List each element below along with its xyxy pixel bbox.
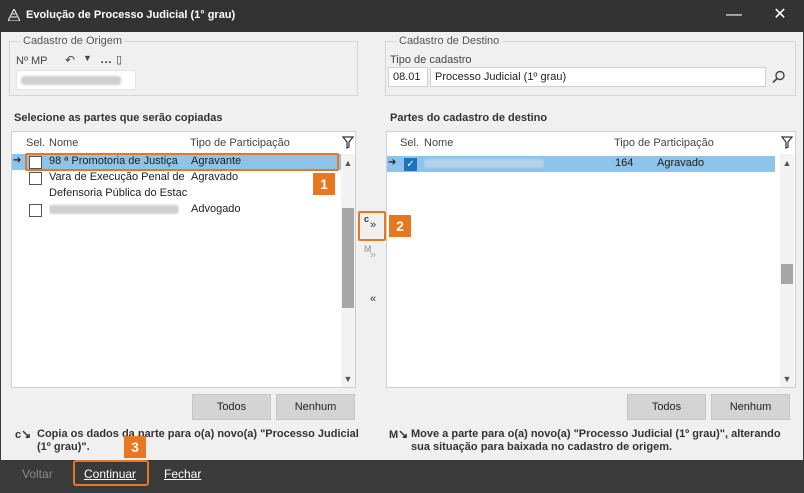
move-hint-icon: M↘: [389, 427, 409, 442]
scroll-down-icon[interactable]: ▼: [341, 372, 355, 386]
origin-legend: Cadastro de Origem: [20, 35, 126, 47]
left-all-button[interactable]: Todos: [192, 394, 271, 420]
copy-hint-text: Copia os dados da parte para o(a) novo(a…: [37, 428, 359, 453]
row-pointer-icon: ➔: [388, 157, 397, 168]
row-checkbox[interactable]: [29, 204, 42, 217]
row-pointer-icon: ➔: [13, 155, 22, 166]
back-button[interactable]: Voltar: [22, 467, 53, 481]
right-none-button[interactable]: Nenhum: [711, 394, 790, 420]
row-name: Defensoria Pública do Estac: [49, 187, 188, 199]
search-icon[interactable]: [772, 70, 786, 84]
nmp-label: Nº MP: [16, 55, 48, 67]
table-row[interactable]: ➔ ✓ 164 Agravado: [387, 156, 775, 172]
redacted-value: [21, 75, 121, 85]
ellipsis-icon[interactable]: …: [100, 52, 112, 66]
col-sel[interactable]: Sel.: [26, 137, 45, 149]
footer-bar: Voltar Continuar Fechar: [1, 460, 803, 493]
close-window-button[interactable]: ✕: [758, 0, 802, 32]
row-name: Vara de Execução Penal de: [49, 171, 184, 183]
right-grid-scrollbar[interactable]: ▲ ▼: [780, 154, 794, 387]
scroll-up-icon[interactable]: ▲: [341, 156, 355, 170]
row-code: 164: [615, 157, 634, 169]
scroll-thumb[interactable]: [781, 264, 793, 284]
new-document-icon[interactable]: ▯: [116, 53, 122, 66]
destination-legend: Cadastro de Destino: [396, 35, 503, 47]
table-row[interactable]: Vara de Execução Penal de Agravado: [12, 170, 342, 186]
move-hint-text: Move a parte para o(a) novo(a) "Processo…: [411, 428, 781, 453]
type-name-field[interactable]: Processo Judicial (1º grau): [430, 67, 766, 87]
right-grid: Sel. Nome Tipo de Participação ➔ ✓ 164 A…: [386, 131, 796, 388]
type-label: Tipo de cadastro: [390, 54, 472, 66]
filter-icon[interactable]: [342, 136, 354, 149]
copy-hint: c↘ Copia os dados da parte para o(a) nov…: [15, 428, 360, 454]
row-type: Agravado: [657, 157, 705, 169]
close-icon: ✕: [773, 6, 787, 23]
right-grid-title: Partes do cadastro de destino: [390, 112, 548, 124]
close-button[interactable]: Fechar: [164, 467, 201, 481]
minimize-button[interactable]: —: [712, 0, 756, 32]
copy-button-highlight: [358, 211, 386, 241]
step-badge-1: 1: [313, 173, 335, 195]
col-name[interactable]: Nome: [49, 137, 78, 149]
undo-icon[interactable]: ↶: [65, 53, 75, 67]
remove-party-button[interactable]: «: [362, 289, 384, 311]
move-hint: M↘ Move a parte para o(a) novo(a) "Proce…: [389, 428, 794, 454]
close-label: Fechar: [164, 467, 202, 481]
window-title: Evolução de Processo Judicial (1° grau): [26, 9, 236, 21]
row-checkbox-checked[interactable]: ✓: [404, 158, 417, 171]
scroll-down-icon[interactable]: ▼: [780, 372, 794, 386]
left-none-button[interactable]: Nenhum: [276, 394, 355, 420]
arrow-right-icon: »: [370, 249, 377, 261]
minimize-icon: —: [726, 6, 742, 23]
dialog-body: Cadastro de Origem Nº MP ↶ ▼ … ▯ Cadastr…: [1, 32, 803, 460]
continue-button[interactable]: Continuar: [84, 467, 136, 481]
row-name-redacted: [49, 203, 179, 215]
scroll-up-icon[interactable]: ▲: [780, 156, 794, 170]
col-type[interactable]: Tipo de Participação: [190, 137, 290, 149]
title-bar: Evolução de Processo Judicial (1° grau) …: [0, 0, 804, 32]
origin-group: Cadastro de Origem Nº MP ↶ ▼ … ▯: [9, 35, 358, 96]
left-grid-title: Selecione as partes que serão copiadas: [14, 112, 223, 124]
app-logo-icon: [8, 9, 20, 21]
row-highlight-box: [25, 153, 339, 171]
step-badge-2: 2: [389, 215, 411, 237]
destination-group: Cadastro de Destino Tipo de cadastro 08.…: [385, 35, 796, 96]
continue-label: Continuar: [84, 467, 137, 481]
right-all-button[interactable]: Todos: [627, 394, 706, 420]
row-type: Advogado: [191, 203, 241, 215]
table-row[interactable]: Defensoria Pública do Estac: [12, 186, 342, 202]
move-party-button[interactable]: M »: [362, 244, 384, 266]
chevron-down-icon[interactable]: ▼: [83, 53, 92, 63]
table-row[interactable]: Advogado: [12, 202, 342, 218]
scroll-thumb[interactable]: [342, 208, 354, 308]
left-grid-header: Sel. Nome Tipo de Participação: [12, 132, 355, 154]
right-grid-header: Sel. Nome Tipo de Participação: [387, 132, 795, 154]
left-grid: Sel. Nome Tipo de Participação ➔ 98 ª Pr…: [11, 131, 356, 388]
row-checkbox[interactable]: [29, 172, 42, 185]
row-name-redacted: [424, 157, 544, 169]
nmp-field[interactable]: [16, 70, 136, 90]
step-badge-3: 3: [124, 436, 146, 458]
copy-hint-icon: c↘: [15, 427, 32, 442]
row-type: Agravado: [191, 171, 239, 183]
col-name[interactable]: Nome: [424, 137, 453, 149]
col-type[interactable]: Tipo de Participação: [614, 137, 714, 149]
col-sel[interactable]: Sel.: [400, 137, 419, 149]
filter-icon[interactable]: [781, 136, 793, 149]
type-code-field[interactable]: 08.01: [388, 67, 428, 87]
left-grid-scrollbar[interactable]: ▲ ▼: [341, 154, 355, 387]
